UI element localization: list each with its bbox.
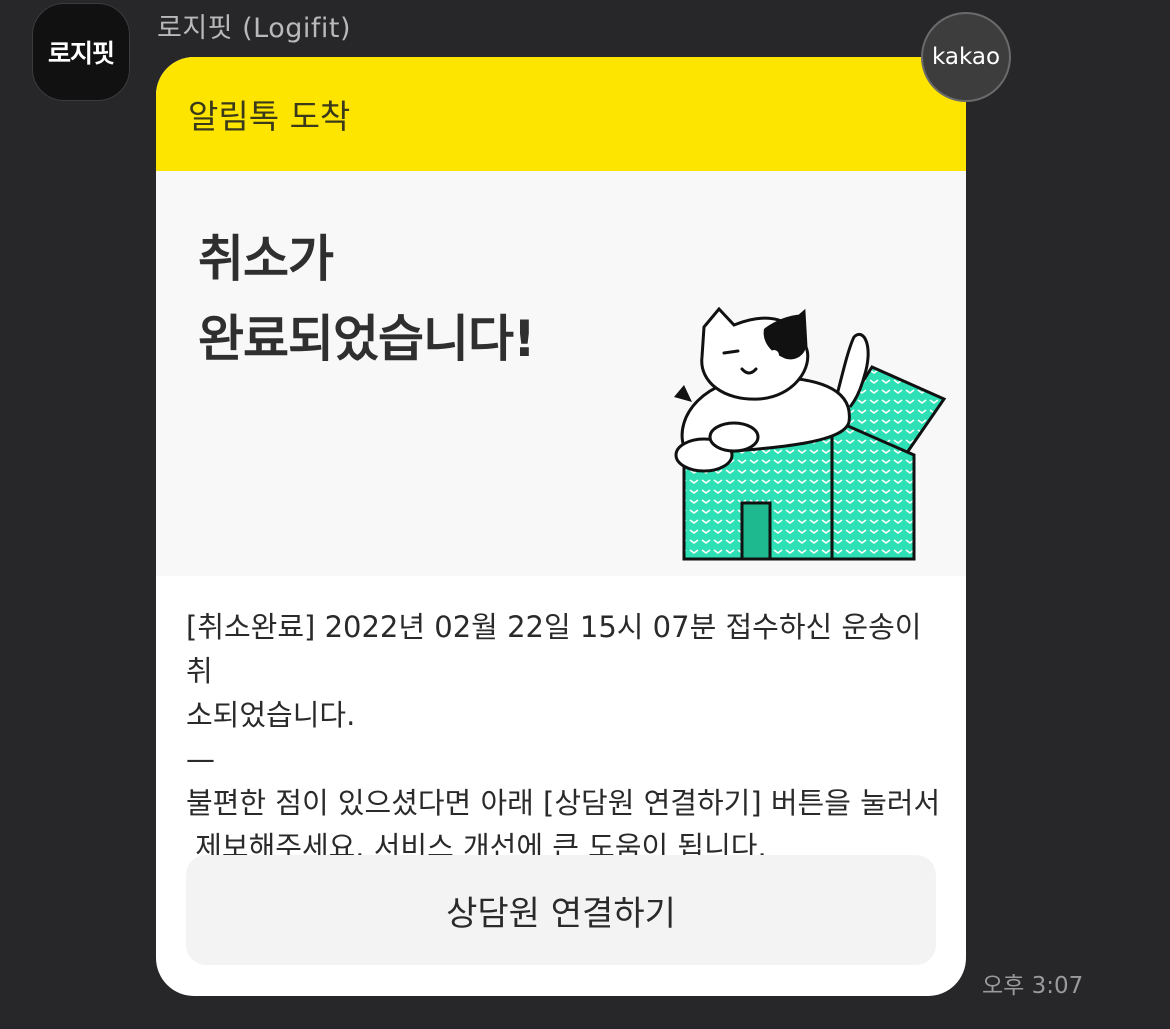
message-body: [취소완료] 2022년 02월 22일 15시 07분 접수하신 운송이 취 … [186, 605, 946, 869]
hero-title-line-1: 취소가 [198, 230, 334, 288]
cat-in-box-illustration [674, 307, 947, 561]
hero-title-line-2: 완료되었습니다! [198, 310, 536, 368]
connect-agent-button[interactable]: 상담원 연결하기 [186, 855, 936, 965]
sender-name: 로지핏 (Logifit) [157, 13, 351, 44]
message-bubble: 알림톡 도착 취소가 완료되었습니다! [취소완료] 2022년 02월 22일… [156, 57, 966, 996]
kakao-badge: kakao [921, 12, 1011, 102]
avatar-label: 로지핏 [47, 39, 115, 68]
body-line: 소되었습니다. [186, 698, 356, 732]
body-line: 불편한 점이 있으셨다면 아래 [상담원 연결하기] 버튼을 눌러서 [186, 786, 941, 820]
body-line: — [186, 742, 215, 776]
chat-screen: 로지핏 로지핏 (Logifit) 알림톡 도착 취소가 완료되었습니다! [취… [0, 0, 1170, 1029]
sender-avatar[interactable]: 로지핏 [32, 3, 130, 101]
body-line: [취소완료] 2022년 02월 22일 15시 07분 접수하신 운송이 취 [186, 610, 931, 688]
hero-title: 취소가 완료되었습니다! [198, 219, 536, 379]
hero-banner: 취소가 완료되었습니다! [156, 171, 966, 576]
message-timestamp: 오후 3:07 [982, 973, 1084, 999]
header-title: 알림톡 도착 [188, 97, 351, 136]
bubble-header: 알림톡 도착 [156, 57, 966, 171]
